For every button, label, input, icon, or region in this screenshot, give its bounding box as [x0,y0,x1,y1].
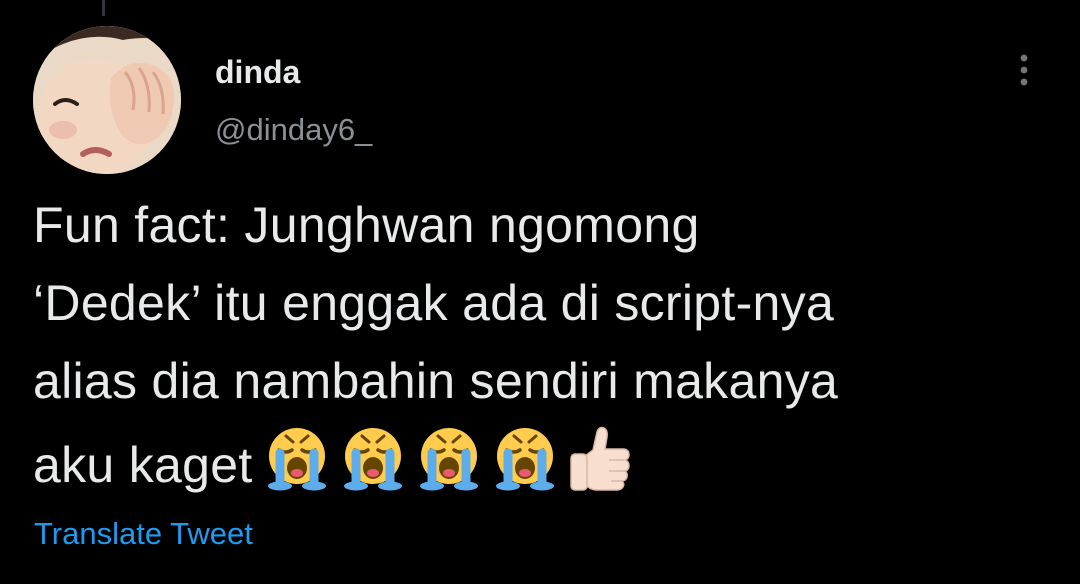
tweet-text-line: alias dia nambahin sendiri makanya [33,353,839,409]
more-options-button[interactable] [1008,50,1040,90]
author-avatar[interactable] [33,26,181,174]
author-display-name[interactable]: dinda [215,52,300,92]
thread-connector-line [102,0,105,16]
loudly-crying-face-icon [487,420,563,496]
loudly-crying-face-icon [411,420,487,496]
thumbs-up-light-skin-tone-icon [563,420,639,496]
author-handle[interactable]: @dinday6_ [215,110,372,150]
loudly-crying-face-icon [259,420,335,496]
tweet-text: Fun fact: Junghwan ngomong ‘Dedek’ itu e… [33,186,1053,504]
more-horizontal-icon [1020,54,1028,86]
tweet-text-fragment: aku kaget [33,437,253,493]
translate-tweet-link[interactable]: Translate Tweet [34,514,253,554]
tweet-text-line: ‘Dedek’ itu enggak ada di script-nya [33,275,835,331]
tweet-text-line-last: aku kaget [33,420,1053,504]
emoji-group [259,420,639,496]
avatar-image [33,26,181,174]
loudly-crying-face-icon [335,420,411,496]
tweet-text-line: Fun fact: Junghwan ngomong [33,197,700,253]
